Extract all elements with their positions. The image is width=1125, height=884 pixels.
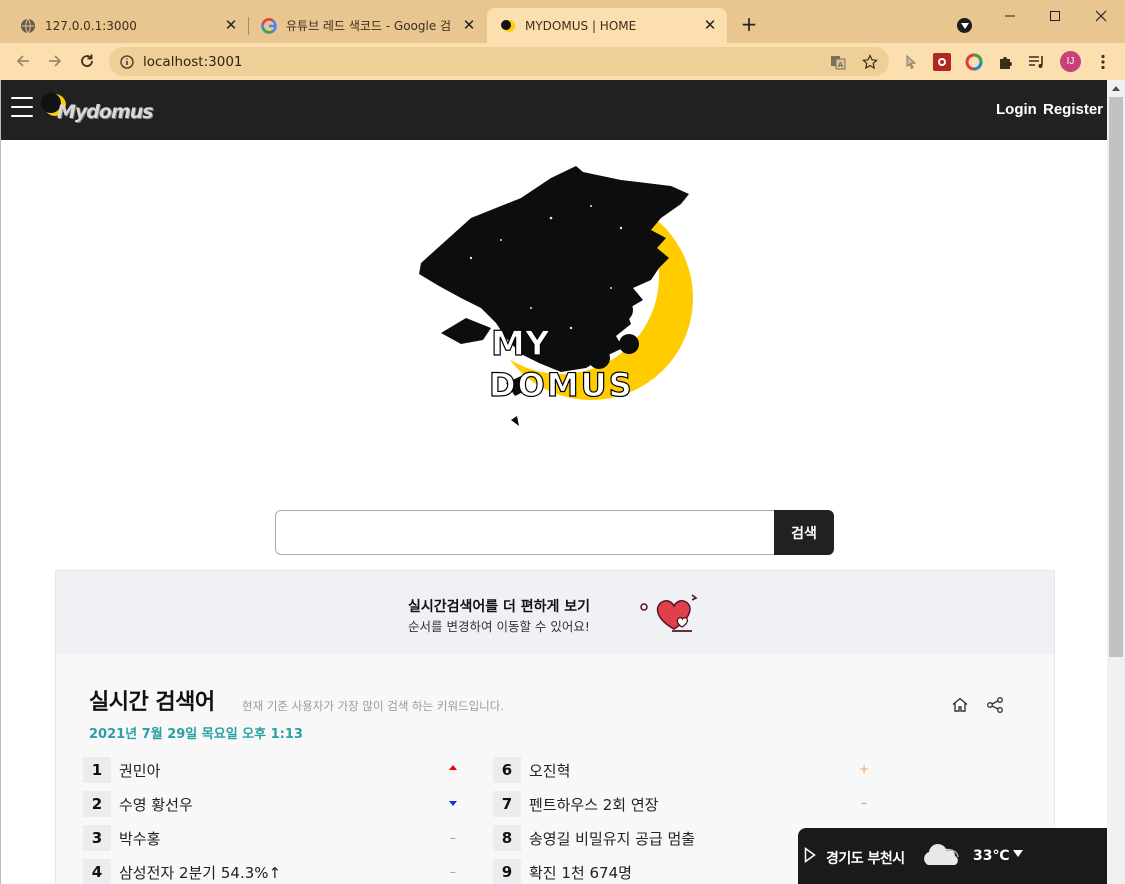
keyword-rank: 1 — [83, 757, 111, 783]
media-playlist-icon[interactable] — [1027, 52, 1046, 71]
scroll-up-icon[interactable] — [1112, 86, 1120, 91]
keyword-rank: 2 — [83, 791, 111, 817]
search-input[interactable] — [275, 510, 775, 555]
keyword-text[interactable]: 확진 1천 674명 — [529, 862, 632, 883]
login-link[interactable]: Login — [996, 101, 1037, 118]
heart-illustration-icon — [640, 594, 698, 632]
banner-subtitle: 순서를 변경하여 이동할 수 있어요! — [408, 619, 590, 634]
site-navbar: Mydomus Login Register — [1, 80, 1107, 140]
close-icon[interactable]: ✕ — [460, 16, 478, 34]
page-scrollbar[interactable] — [1107, 80, 1125, 884]
browser-tab-active[interactable]: MYDOMUS | HOME ✕ — [487, 8, 727, 43]
keyword-rank: 9 — [493, 859, 521, 884]
google-icon — [261, 17, 277, 34]
color-picker-icon[interactable] — [964, 52, 983, 71]
weather-temperature: 33℃ — [973, 848, 1010, 864]
reload-icon[interactable] — [75, 50, 99, 72]
trend-up-icon — [449, 765, 459, 775]
hero-logo-line-1: MY — [491, 324, 550, 364]
keyword-text[interactable]: 권민아 — [119, 760, 160, 781]
caret-down-icon[interactable] — [1013, 850, 1023, 857]
tab-title: 127.0.0.1:3000 — [45, 18, 137, 33]
back-arrow-icon[interactable] — [11, 50, 35, 72]
weather-location: 경기도 부천시 — [826, 851, 905, 867]
trend-down-icon — [449, 801, 459, 811]
keyword-rank: 6 — [493, 757, 521, 783]
brand-name: Mydomus — [57, 101, 154, 123]
keyword-rank: 4 — [83, 859, 111, 884]
forward-arrow-icon[interactable] — [43, 50, 67, 72]
info-icon[interactable] — [118, 53, 136, 71]
trend-new-icon: + — [859, 762, 870, 776]
search-form: 검색 — [275, 510, 835, 555]
star-icon[interactable] — [861, 53, 879, 71]
search-button[interactable]: 검색 — [774, 510, 834, 555]
tab-title: 유튜브 레드 색코드 - Google 검 — [286, 19, 452, 33]
cursor-extension-icon[interactable] — [901, 52, 920, 71]
minimize-icon[interactable] — [987, 4, 1033, 28]
menu-dots-icon[interactable] — [1093, 52, 1112, 71]
banner-title: 실시간검색어를 더 편하게 보기 — [408, 599, 591, 615]
trend-same-icon: – — [450, 831, 456, 845]
realtime-title: 실시간 검색어 — [89, 690, 215, 715]
register-link[interactable]: Register — [1043, 101, 1103, 118]
realtime-datetime: 2021년 7월 29일 목요일 오후 1:13 — [89, 727, 303, 742]
profile-avatar[interactable]: IJ — [1060, 51, 1081, 72]
globe-icon — [20, 18, 36, 34]
tab-title: MYDOMUS | HOME — [525, 18, 637, 33]
tab-search-icon[interactable] — [957, 18, 972, 33]
keyword-text[interactable]: 오진혁 — [529, 760, 570, 781]
browser-tab[interactable]: 유튜브 레드 색코드 - Google 검 ✕ — [249, 8, 486, 43]
browser-toolbar: localhost:3001 A IJ — [0, 43, 1125, 80]
window-close-icon[interactable] — [1078, 4, 1124, 28]
keyword-text[interactable]: 삼성전자 2분기 54.3%↑ — [119, 862, 281, 883]
browser-tab[interactable]: 127.0.0.1:3000 ✕ — [0, 8, 248, 43]
keyword-text[interactable]: 수영 황선우 — [119, 794, 193, 815]
mydomus-icon — [500, 18, 516, 34]
keyword-text[interactable]: 펜트하우스 2회 연장 — [529, 794, 658, 815]
realtime-banner: 실시간검색어를 더 편하게 보기 순서를 변경하여 이동할 수 있어요! — [56, 571, 1054, 654]
new-tab-icon[interactable]: + — [738, 14, 760, 36]
page-viewport: Mydomus Login Register MY DOMUS 검색 실시간검색… — [0, 80, 1107, 884]
keyword-row[interactable]: 1 권민아 — [83, 756, 473, 784]
trend-same-icon: – — [861, 796, 867, 810]
keyword-text[interactable]: 송영길 비밀유지 공급 멈출 — [529, 828, 695, 849]
keyword-row[interactable]: 3 박수홍 – — [83, 824, 473, 852]
play-icon[interactable] — [804, 847, 816, 863]
address-text: localhost:3001 — [143, 54, 243, 70]
maximize-icon[interactable] — [1032, 4, 1078, 28]
keyword-row[interactable]: 7 펜트하우스 2회 연장 – — [493, 790, 883, 818]
puzzle-icon[interactable] — [996, 52, 1015, 71]
red-extension-icon[interactable] — [932, 52, 951, 71]
brand-logo[interactable]: Mydomus — [41, 92, 154, 126]
keyword-row[interactable]: 6 오진혁 + — [493, 756, 883, 784]
translate-icon[interactable]: A — [829, 53, 847, 71]
weather-widget[interactable]: 경기도 부천시 33℃ — [798, 828, 1107, 884]
cloud-icon — [924, 844, 959, 865]
keyword-row[interactable]: 4 삼성전자 2분기 54.3%↑ – — [83, 858, 473, 884]
keyword-rank: 8 — [493, 825, 521, 851]
keyword-rank: 3 — [83, 825, 111, 851]
hero-logo-line-2: DOMUS — [489, 366, 634, 404]
svg-text:A: A — [838, 61, 843, 69]
close-icon[interactable]: ✕ — [222, 16, 240, 34]
keyword-row[interactable]: 2 수영 황선우 — [83, 790, 473, 818]
scrollbar-thumb[interactable] — [1109, 97, 1123, 657]
home-icon[interactable] — [951, 696, 969, 714]
profile-initials: IJ — [1066, 56, 1075, 67]
trend-same-icon: – — [450, 865, 456, 879]
keyword-rank: 7 — [493, 791, 521, 817]
hamburger-menu-icon[interactable] — [11, 97, 33, 117]
address-bar[interactable]: localhost:3001 A — [109, 47, 889, 76]
close-icon[interactable]: ✕ — [701, 16, 719, 34]
share-icon[interactable] — [986, 696, 1004, 714]
realtime-description: 현재 기준 사용자가 가장 많이 검색 하는 키워드입니다. — [242, 699, 505, 713]
keyword-text[interactable]: 박수홍 — [119, 828, 160, 849]
mydomus-hero-logo: MY DOMUS — [419, 166, 693, 426]
browser-tab-strip: 127.0.0.1:3000 ✕ 유튜브 레드 색코드 - Google 검 ✕… — [0, 0, 1125, 43]
